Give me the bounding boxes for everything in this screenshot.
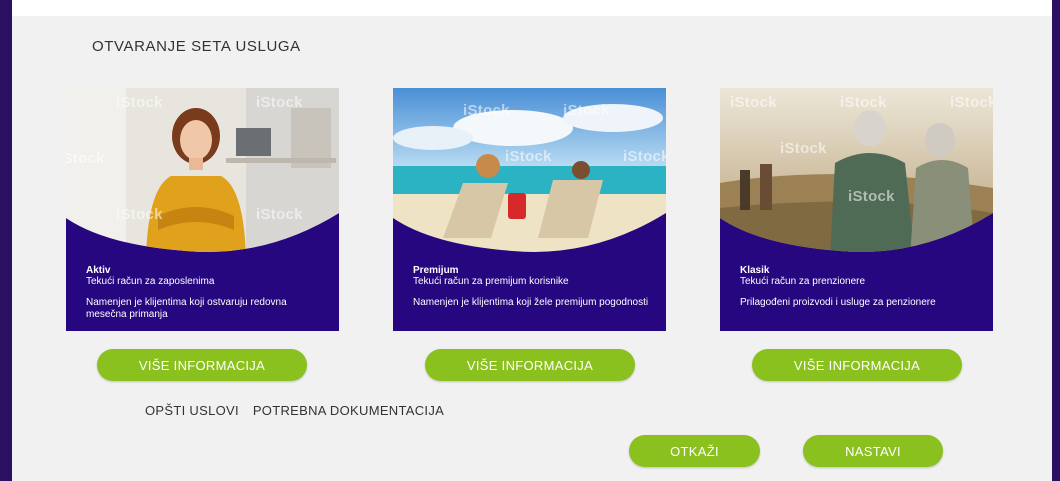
card-klasik: iStock iStock iStock iStock iStock Klasi…: [720, 88, 993, 331]
card-name: Premijum: [413, 265, 459, 276]
card-description: Prilagođeni proizvodi i usluge za penzio…: [740, 297, 936, 308]
watermark: iStock: [66, 150, 105, 167]
general-terms-link[interactable]: OPŠTI USLOVI: [145, 403, 239, 418]
watermark: iStock: [463, 102, 510, 119]
card-name: Aktiv: [86, 265, 111, 276]
card-premijum: iStock iStock iStock iStock Premijum Tek…: [393, 88, 666, 331]
watermark: iStock: [256, 94, 303, 111]
card-premijum-photo: iStock iStock iStock iStock: [393, 88, 666, 258]
more-info-button-aktiv[interactable]: VIŠE INFORMACIJA: [97, 349, 307, 381]
watermark: iStock: [116, 206, 163, 223]
card-description: Namenjen je klijentima koji žele premiju…: [413, 297, 649, 308]
page-title: OTVARANJE SETA USLUGA: [92, 38, 301, 55]
card-klasik-photo: iStock iStock iStock iStock iStock: [720, 88, 993, 258]
watermark: iStock: [505, 148, 552, 165]
left-frame-border: [0, 0, 12, 481]
cropped-caption-text: [0, 0, 1060, 16]
watermark: iStock: [950, 94, 993, 111]
card-name: Klasik: [740, 265, 770, 276]
more-info-button-premijum[interactable]: VIŠE INFORMACIJA: [425, 349, 635, 381]
cancel-button[interactable]: OTKAŽI: [629, 435, 760, 467]
card-description: Namenjen je klijentima koji ostvaruju re…: [86, 297, 287, 320]
service-set-dialog: OTVARANJE SETA USLUGA iStock iStock Stoc…: [12, 16, 1052, 481]
card-aktiv-photo: iStock iStock iStock iStock iStock: [66, 88, 339, 258]
watermark: iStock: [840, 94, 887, 111]
card-aktiv: iStock iStock iStock iStock iStock Aktiv…: [66, 88, 339, 331]
watermark: iStock: [848, 188, 895, 205]
right-frame-border: [1052, 0, 1060, 481]
watermark: iStock: [256, 206, 303, 223]
card-subtitle: Tekući račun za premijum korisnike: [413, 276, 569, 287]
more-info-button-klasik[interactable]: VIŠE INFORMACIJA: [752, 349, 962, 381]
documentation-link[interactable]: POTREBNA DOKUMENTACIJA: [253, 403, 444, 418]
continue-button[interactable]: NASTAVI: [803, 435, 943, 467]
card-subtitle: Tekući račun za prenzionere: [740, 276, 866, 287]
footer-links: OPŠTI USLOVI POTREBNA DOKUMENTACIJA: [145, 403, 454, 418]
card-subtitle: Tekući račun za zaposlenima: [86, 276, 215, 287]
watermark: iStock: [116, 94, 163, 111]
watermark: iStock: [780, 140, 827, 157]
watermark: iStock: [563, 102, 610, 119]
watermark: iStock: [730, 94, 777, 111]
watermark: iStock: [623, 148, 666, 165]
